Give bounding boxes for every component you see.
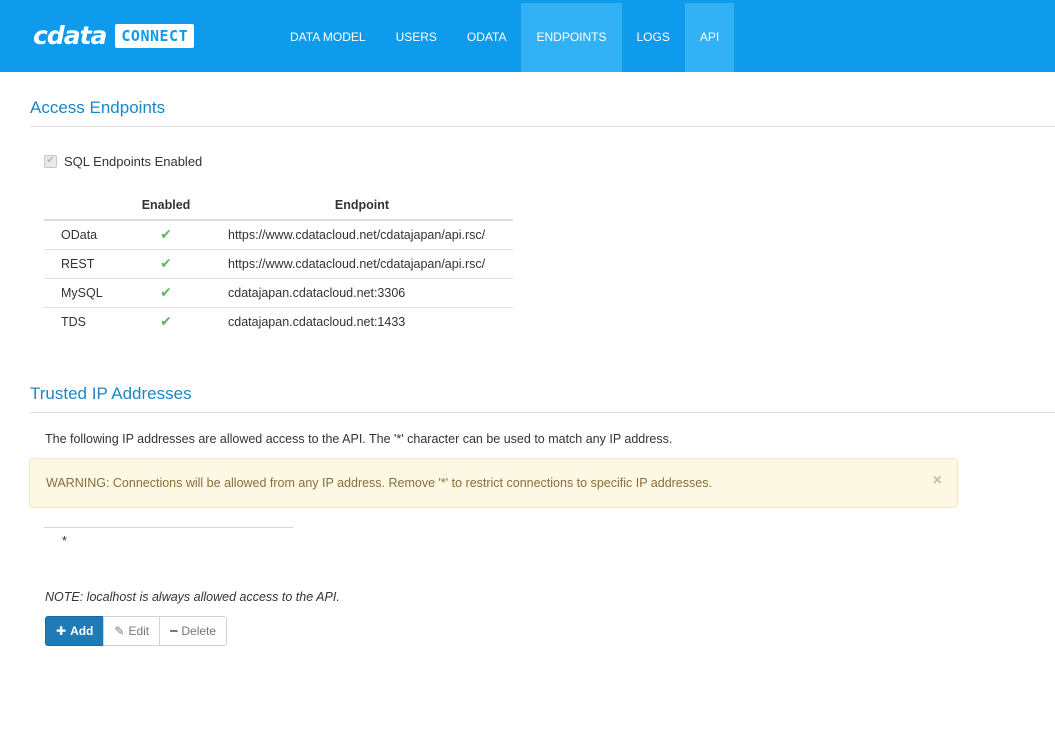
check-icon: ✔: [160, 313, 172, 330]
nav-item-endpoints[interactable]: ENDPOINTS: [521, 3, 622, 72]
endpoint-url: cdatajapan.cdatacloud.net:3306: [211, 278, 513, 308]
nav-item-users[interactable]: USERS: [381, 3, 452, 72]
nav-item-odata[interactable]: ODATA: [452, 3, 522, 72]
trusted-ip-description: The following IP addresses are allowed a…: [45, 432, 673, 446]
sql-endpoints-enabled-row: ✔ SQL Endpoints Enabled: [44, 153, 202, 169]
nav-item-data-model[interactable]: DATA MODEL: [275, 3, 381, 72]
table-row: REST ✔ https://www.cdatacloud.net/cdataj…: [44, 249, 513, 279]
check-icon: ✔: [160, 284, 172, 300]
edit-icon: ✎: [114, 624, 125, 638]
checkmark-icon: ✔: [46, 155, 55, 166]
ip-action-buttons: ✚ Add ✎ Edit ━ Delete: [45, 616, 228, 646]
endpoint-url: https://www.cdatacloud.net/cdatajapan/ap…: [211, 249, 513, 279]
warning-alert: WARNING: Connections will be allowed fro…: [29, 458, 958, 508]
access-endpoints-title: Access Endpoints: [30, 98, 166, 117]
endpoint-url: cdatajapan.cdatacloud.net:1433: [228, 314, 406, 329]
ip-list-divider: [44, 527, 293, 528]
minus-icon: ━: [170, 624, 178, 638]
delete-button[interactable]: ━ Delete: [159, 616, 228, 646]
brand-name: cdata: [33, 21, 107, 50]
table-row: MySQL ✔ cdatajapan.cdatacloud.net:3306: [44, 278, 513, 308]
main-nav: DATA MODEL USERS ODATA ENDPOINTS LOGS AP…: [275, 3, 735, 72]
column-header-enabled: Enabled: [121, 191, 211, 221]
warning-text: WARNING: Connections will be allowed fro…: [46, 476, 712, 490]
table-row: TDS ✔ cdatajapan.cdatacloud.net:1433: [44, 307, 513, 336]
delete-button-label: Delete: [181, 624, 217, 638]
sql-endpoints-enabled-checkbox[interactable]: ✔: [44, 154, 57, 168]
sql-endpoints-enabled-label: SQL Endpoints Enabled: [64, 153, 203, 169]
table-header-row: Enabled Endpoint: [44, 191, 513, 221]
endpoints-table: Enabled Endpoint OData ✔ https://www.cda…: [44, 191, 513, 336]
section-divider: [30, 126, 1055, 127]
close-icon[interactable]: ×: [933, 459, 942, 503]
endpoint-name: OData: [44, 220, 121, 250]
add-button-label: Add: [70, 624, 94, 638]
localhost-note: NOTE: localhost is always allowed access…: [45, 590, 340, 604]
add-button[interactable]: ✚ Add: [45, 616, 105, 646]
top-navbar: cdata CONNECT DATA MODEL USERS ODATA END…: [0, 0, 1055, 72]
endpoint-name: REST: [44, 249, 121, 279]
section-divider: [30, 412, 1055, 413]
brand-badge: CONNECT: [115, 24, 195, 48]
ip-list-item[interactable]: *: [62, 534, 67, 548]
endpoint-name: TDS: [61, 314, 86, 329]
endpoint-url: https://www.cdatacloud.net/cdatajapan/ap…: [211, 220, 513, 250]
nav-item-logs[interactable]: LOGS: [622, 3, 685, 72]
nav-item-api[interactable]: API: [684, 3, 735, 72]
check-icon: ✔: [160, 226, 172, 243]
trusted-ip-title: Trusted IP Addresses: [30, 384, 192, 403]
column-header-endpoint: Endpoint: [211, 191, 513, 221]
edit-button-label: Edit: [128, 624, 150, 638]
brand-logo[interactable]: cdata CONNECT: [33, 21, 195, 50]
edit-button[interactable]: ✎ Edit: [103, 616, 161, 646]
check-icon: ✔: [160, 255, 172, 271]
endpoint-name: MySQL: [44, 278, 121, 308]
table-row: OData ✔ https://www.cdatacloud.net/cdata…: [44, 220, 513, 250]
column-header-name: [44, 191, 121, 221]
plus-icon: ✚: [56, 624, 67, 638]
